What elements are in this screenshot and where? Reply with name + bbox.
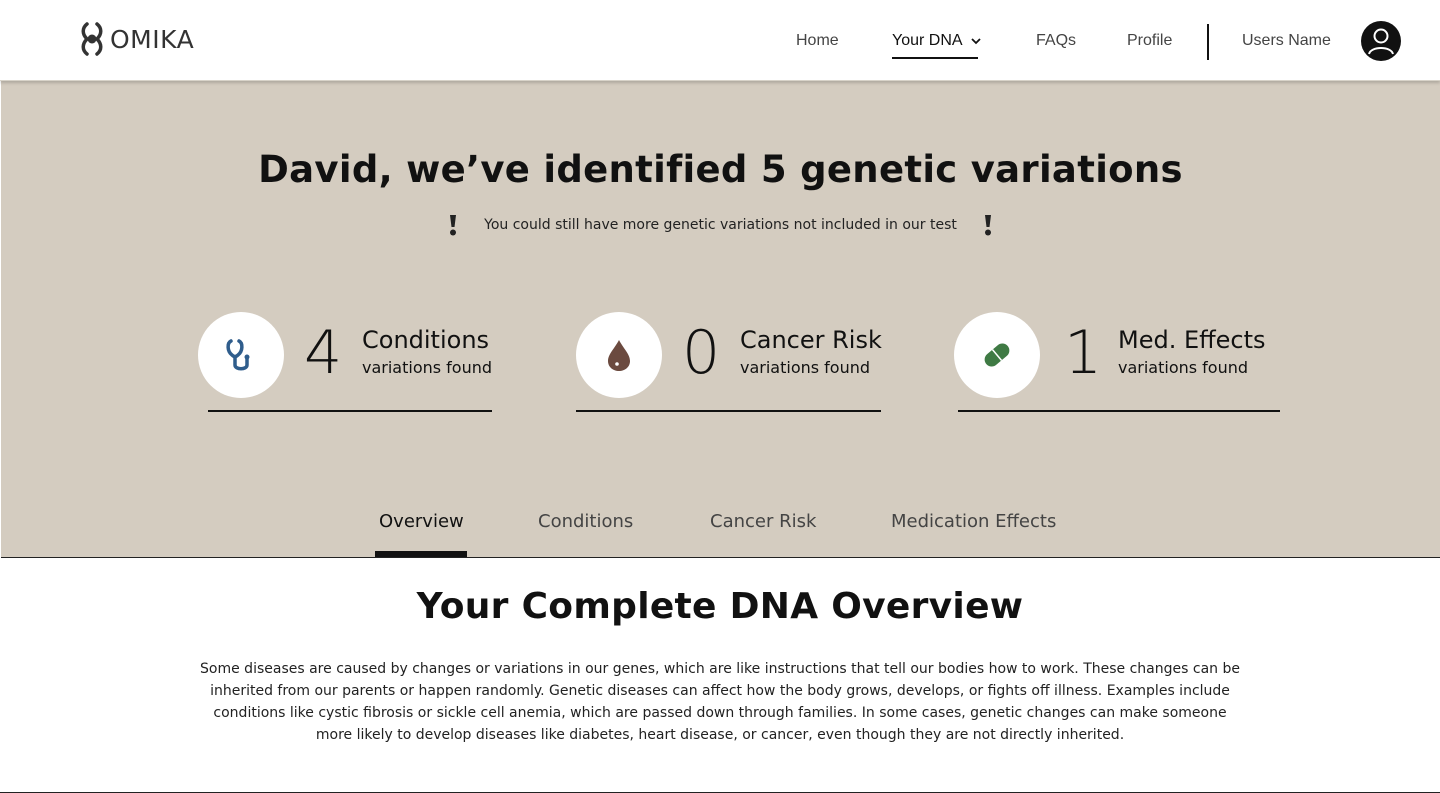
brand-name: OMIKA [110,24,195,54]
overview-title-suffix: DNA Overview [716,586,1024,627]
nav-active-underline [892,57,978,59]
stat-cancer-risk-subtitle: variations found [740,358,871,377]
blood-drop-icon [608,340,630,371]
stat-cancer-risk-title: Cancer Risk [740,326,882,354]
nav-home[interactable]: Home [796,32,839,50]
overview-description: Some diseases are caused by changes or v… [200,661,1240,743]
top-nav-bar: OMIKA Home Your DNA FAQs Profile Users N… [0,0,1440,81]
pill-icon [984,343,1010,367]
stat-conditions-subtitle: variations found [362,358,493,377]
overview-title-bold: Complete [521,586,717,627]
dna-logo-icon [81,22,103,56]
stat-cancer-risk-underline [576,410,881,412]
omika-logo[interactable]: OMIKA [80,22,194,56]
results-tabs: Overview Conditions Cancer Risk Medicati… [1,511,1440,557]
headline-prefix: David, we’ve identified [258,148,761,191]
overview-title-prefix: Your [416,586,522,627]
stat-conditions-title: Conditions [362,326,490,354]
headline-suffix: genetic variations [786,148,1183,191]
nav-profile[interactable]: Profile [1127,32,1172,50]
stat-med-effects-count: 1 [1064,318,1103,388]
stat-med-effects-underline [958,410,1280,412]
stat-conditions-badge [198,312,284,398]
stat-cancer-risk-count: 0 [682,318,721,388]
stat-conditions-count: 4 [304,318,343,388]
stat-cancer-risk[interactable]: 0 Cancer Risk variations found [576,312,886,412]
active-tab-indicator [375,551,467,557]
results-hero: David, we’ve identified 5 genetic variat… [1,81,1440,558]
nav-divider [1207,24,1209,60]
stat-med-effects-subtitle: variations found [1118,358,1249,377]
chevron-down-icon [970,37,981,44]
tab-cancer-risk[interactable]: Cancer Risk [710,511,816,532]
variation-count: 5 [760,148,787,191]
stat-med-effects-title: Med. Effects [1118,326,1266,354]
stat-conditions[interactable]: 4 Conditions variations found [198,312,498,412]
tab-conditions[interactable]: Conditions [538,511,633,532]
stat-med-effects[interactable]: 1 Med. Effects variations found [954,312,1284,412]
overview-title: Your Complete DNA Overview [0,586,1440,627]
stethoscope-icon [226,339,250,371]
stat-conditions-underline [208,410,492,412]
tab-medication-effects[interactable]: Medication Effects [891,511,1056,532]
user-name[interactable]: Users Name [1242,32,1331,50]
exclamation-icon [450,215,457,236]
nav-your-dna[interactable]: Your DNA [892,32,981,50]
notice-text: You could still have more genetic variat… [484,217,957,233]
stat-cancer-risk-badge [576,312,662,398]
tab-overview[interactable]: Overview [379,511,464,532]
nav-your-dna-label: Your DNA [892,32,963,49]
stat-med-effects-badge [954,312,1040,398]
nav-faqs[interactable]: FAQs [1036,32,1076,50]
exclamation-icon [984,215,991,236]
results-headline: David, we’ve identified 5 genetic variat… [1,148,1440,191]
user-avatar-icon[interactable] [1361,21,1401,61]
test-notice: You could still have more genetic variat… [1,214,1440,236]
